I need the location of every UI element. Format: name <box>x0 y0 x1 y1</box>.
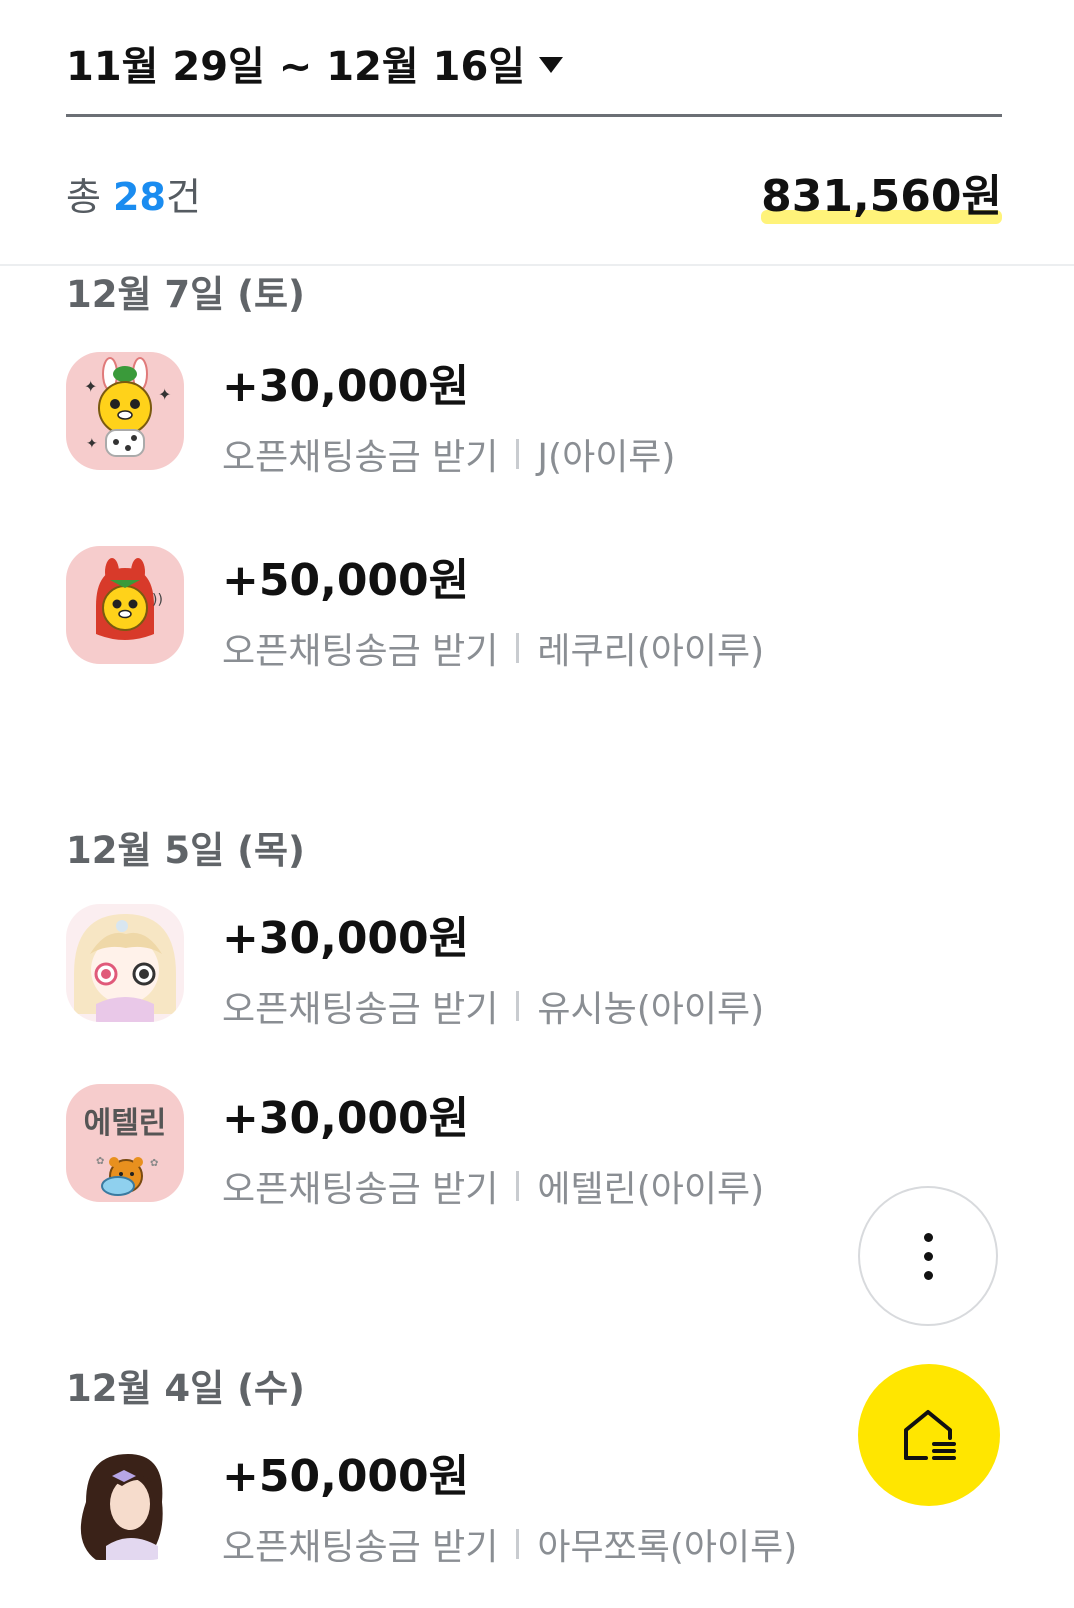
transaction-sender: 유시농(아이루) <box>537 989 765 1030</box>
transaction-sender: J(아이루) <box>537 437 676 478</box>
svg-text:✦: ✦ <box>158 385 171 404</box>
transaction-meta: 오픈채팅송금 받기 유시농(아이루) <box>222 980 764 1032</box>
more-options-button[interactable] <box>858 1186 998 1326</box>
meta-separator <box>516 439 520 469</box>
transaction-meta: 오픈채팅송금 받기 아무쪼록(아이루) <box>222 1518 797 1570</box>
count-number: 28 <box>113 175 166 219</box>
transaction-amount: +30,000원 <box>222 913 470 964</box>
transaction-amount: +50,000원 <box>222 555 470 606</box>
meta-separator <box>516 1171 520 1201</box>
date-heading: 12월 5일 (목) <box>66 829 305 872</box>
transaction-sender: 에텔린(아이루) <box>537 1169 765 1210</box>
transaction-item[interactable]: ✦ ✦ ✦ +30,000원 오픈채팅송금 받기 J(아이루) <box>66 352 1006 478</box>
svg-text:✿: ✿ <box>96 1156 104 1167</box>
transaction-type: 오픈채팅송금 받기 <box>222 989 499 1030</box>
date-heading: 12월 4일 (수) <box>66 1367 305 1410</box>
svg-text:)): )) <box>152 592 163 608</box>
anime-girl-avatar <box>66 904 184 1022</box>
transaction-meta: 오픈채팅송금 받기 레쿠리(아이루) <box>222 622 764 674</box>
transaction-type: 오픈채팅송금 받기 <box>222 1527 499 1568</box>
transaction-sender: 레쿠리(아이루) <box>537 631 765 672</box>
total-amount-text: 831,560원 <box>761 171 1002 222</box>
count-prefix: 총 <box>66 175 114 219</box>
transaction-type: 오픈채팅송금 받기 <box>222 1169 499 1210</box>
transaction-sender: 아무쪼록(아이루) <box>537 1527 798 1568</box>
transaction-item[interactable]: +30,000원 오픈채팅송금 받기 유시농(아이루) <box>66 904 1006 1030</box>
transaction-item[interactable]: )) +50,000원 오픈채팅송금 받기 레쿠리(아이루) <box>66 546 1006 672</box>
date-range-selector[interactable]: 11월 29일 ~ 12월 16일 <box>66 34 564 92</box>
more-vertical-icon-dot <box>923 1270 933 1280</box>
date-range-underline <box>66 114 1002 117</box>
bunny-character-avatar: ✦ ✦ ✦ <box>66 352 184 470</box>
svg-text:✿: ✿ <box>150 1158 158 1169</box>
transaction-amount: +30,000원 <box>222 1093 470 1144</box>
home-button[interactable] <box>858 1364 1000 1506</box>
date-heading: 12월 7일 (토) <box>66 273 305 316</box>
more-vertical-icon <box>923 1232 933 1242</box>
svg-text:✦: ✦ <box>84 377 97 396</box>
transaction-meta: 오픈채팅송금 받기 에텔린(아이루) <box>222 1160 764 1212</box>
meta-separator <box>516 633 520 663</box>
transaction-type: 오픈채팅송금 받기 <box>222 631 499 672</box>
red-hood-character-avatar: )) <box>66 546 184 664</box>
meta-separator <box>516 991 520 1021</box>
date-range-label: 11월 29일 ~ 12월 16일 <box>66 44 526 90</box>
transaction-count: 총 28건 <box>66 166 201 221</box>
bear-character-avatar: 에텔린 ✿ ✿ <box>66 1084 184 1202</box>
more-vertical-icon-dot <box>923 1251 933 1261</box>
total-amount: 831,560원 <box>761 160 1002 224</box>
svg-text:✦: ✦ <box>86 436 98 452</box>
count-suffix: 건 <box>165 175 201 219</box>
transaction-amount: +50,000원 <box>222 1451 470 1502</box>
transaction-type: 오픈채팅송금 받기 <box>222 437 499 478</box>
transaction-history-screen: 11월 29일 ~ 12월 16일 총 28건 831,560원 12월 7일 … <box>0 0 1074 1608</box>
girl-ribbon-avatar <box>66 1442 184 1560</box>
caret-down-icon <box>539 57 564 73</box>
transaction-amount: +30,000원 <box>222 361 470 412</box>
transaction-item[interactable]: 에텔린 ✿ ✿ +30,000원 오픈채팅송금 받기 에텔린(아이루) <box>66 1084 1006 1210</box>
home-icon <box>904 1410 956 1460</box>
transaction-meta: 오픈채팅송금 받기 J(아이루) <box>222 428 675 480</box>
meta-separator <box>516 1529 520 1559</box>
